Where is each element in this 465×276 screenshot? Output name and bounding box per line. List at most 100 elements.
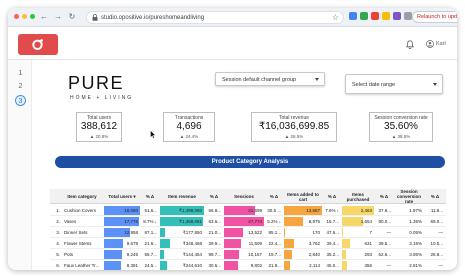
user-avatar-icon[interactable] xyxy=(426,40,434,48)
cell-conv-d: 11.8... xyxy=(430,208,443,213)
cell-cat: Vases xyxy=(64,219,77,224)
cell-rev: ₹1,458,081 xyxy=(179,219,202,224)
column-header[interactable]: % Δ xyxy=(141,189,159,204)
cell-cat: Pots xyxy=(64,252,74,257)
column-header[interactable]: Session conversion rate xyxy=(394,189,424,204)
cell-rev-d: 63.6... xyxy=(208,219,221,224)
table-row[interactable]: 2. Vases 17,776 8.7% ↓ ₹1,458,081 63.6... 27,7… xyxy=(50,216,446,227)
cell-rev: ₹1,499,060 xyxy=(179,208,202,213)
app-logo[interactable] xyxy=(18,34,58,55)
cell-rev: ₹177,850 xyxy=(182,230,202,235)
kpi-value: 388,612 xyxy=(80,121,118,132)
column-header[interactable]: Items purchased xyxy=(342,189,374,204)
column-header[interactable]: Item category xyxy=(62,189,102,204)
table-row[interactable]: 3. Dinner Sets 12,958 87.1... ₹177,850 21.0..… xyxy=(50,227,446,238)
column-header[interactable]: % Δ xyxy=(205,189,223,204)
date-range-filter[interactable]: Select date range xyxy=(345,74,443,94)
url-text: studio.opositive.io/pureshomeandliving xyxy=(101,15,205,21)
logo-ring-icon xyxy=(32,39,43,50)
cell-cart-d: 39.4... xyxy=(326,241,339,246)
extension-icon[interactable] xyxy=(371,12,379,20)
column-header[interactable]: Items added to cart xyxy=(284,189,322,204)
user-name[interactable]: Karl xyxy=(436,40,446,48)
channel-group-filter[interactable]: Session default channel group xyxy=(215,72,325,86)
app-header: Karl xyxy=(8,27,457,60)
page-link-1[interactable]: 1 xyxy=(15,68,26,79)
cell-users: 18,080 xyxy=(124,208,138,213)
kpi-total-revenue: Total revenue ₹16,036,699.85 ▲ 26.5% xyxy=(251,112,337,142)
cell-users-d: 51.6... xyxy=(144,208,157,213)
table-row[interactable]: 6. Faux Leather Tr... 8,391 24.5... ₹244,610… xyxy=(50,260,446,270)
table-row[interactable]: 5. Pots 9,245 55.7... ₹144,464 99.7... 10,167 1… xyxy=(50,249,446,260)
extension-icon[interactable] xyxy=(360,12,368,20)
cell-users: 17,776 xyxy=(124,219,138,224)
extension-icon[interactable] xyxy=(404,12,412,20)
bookmark-star-icon[interactable]: ☆ xyxy=(332,12,339,23)
cell-bought: 631 xyxy=(364,241,372,246)
page-link-3[interactable]: 3 xyxy=(15,95,26,106)
maximize-window-button[interactable] xyxy=(30,14,35,19)
kpi-value: 35.60% xyxy=(384,121,418,132)
column-header[interactable]: % Δ xyxy=(425,189,445,204)
cell-cart: 6,975 xyxy=(308,219,320,224)
cell-rev-d: 30.5... xyxy=(208,263,221,268)
relaunch-update-button[interactable]: Relaunch to update xyxy=(412,11,457,23)
browser-window: ← → ↻ studio.opositive.io/pureshomeandli… xyxy=(8,8,457,270)
forward-arrow-icon[interactable]: → xyxy=(52,11,64,23)
column-header[interactable]: % Δ xyxy=(375,189,393,204)
notification-bell-icon[interactable] xyxy=(406,40,414,49)
table-row[interactable]: 4. Flower Stems 9,679 21.6... ₹348,468 39.9..… xyxy=(50,238,446,249)
cell-conv-d: 69.0... xyxy=(430,219,443,224)
kpi-value: 4,696 xyxy=(176,121,202,132)
cell-sess: 27,774 xyxy=(248,219,262,224)
cell-cart-d: 45.0... xyxy=(326,263,339,268)
cell-conv-d: — xyxy=(438,263,444,268)
product-category-table: Item category Total users ▾% Δ Item revenu… xyxy=(50,189,446,270)
reload-icon[interactable]: ↻ xyxy=(66,11,78,23)
extension-icon[interactable] xyxy=(393,12,401,20)
column-header[interactable]: Total users ▾ xyxy=(104,189,140,204)
kpi-delta: ▲ 24.4% xyxy=(179,134,199,139)
cell-sess-d: 5.2% ↓ xyxy=(267,219,281,224)
cell-sess: 21,699 xyxy=(248,208,262,213)
kpi-delta: ▲ 20.8% xyxy=(89,134,109,139)
page-link-2[interactable]: 2 xyxy=(15,81,26,92)
column-header[interactable]: % Δ xyxy=(323,189,341,204)
page-navigation-rail: 1 2 3 xyxy=(8,60,32,270)
close-window-button[interactable] xyxy=(14,14,19,19)
cell-sess: 11,509 xyxy=(248,241,262,246)
extension-icon[interactable] xyxy=(382,12,390,20)
cell-cart-d: 35.2... xyxy=(326,252,339,257)
cell-cart: 2,114 xyxy=(309,263,320,268)
cell-conv-d: 28.8... xyxy=(430,252,443,257)
cell-sess-d: 19.7... xyxy=(268,252,281,257)
cell-cart: 2,840 xyxy=(308,252,320,257)
cell-conv: 3.95% xyxy=(409,252,422,257)
cell-users: 9,679 xyxy=(126,241,138,246)
extension-icon[interactable] xyxy=(349,12,357,20)
back-arrow-icon[interactable]: ← xyxy=(38,11,50,23)
extension-icons xyxy=(349,12,412,20)
column-header[interactable]: % Δ xyxy=(265,189,283,204)
channel-group-filter-label: Session default channel group xyxy=(222,77,296,83)
cell-sess-d: 30.5 ... xyxy=(267,208,281,213)
minimize-window-button[interactable] xyxy=(22,14,27,19)
column-header[interactable]: Sessions xyxy=(224,189,264,204)
cell-cat: Cushion Covers xyxy=(64,208,97,213)
kpi-total-users: Total users 388,612 ▲ 20.8% xyxy=(76,112,122,142)
cell-conv: 1.35% xyxy=(409,219,422,224)
cell-bought-d: 52.6... xyxy=(378,252,391,257)
cell-bought-d: 39.5... xyxy=(378,241,391,246)
cell-idx: 6. xyxy=(56,263,60,268)
cell-bought-d: — xyxy=(386,230,392,235)
cell-sess: 13,522 xyxy=(248,230,262,235)
table-row[interactable]: 1. Cushion Covers 18,080 51.6... ₹1,499,060 6… xyxy=(50,205,446,216)
address-bar[interactable]: studio.opositive.io/pureshomeandliving ☆ xyxy=(86,11,344,24)
section-banner: Product Category Analysis xyxy=(55,156,445,168)
cell-cart-d: 7.6% ↓ xyxy=(325,208,339,213)
cell-idx: 2. xyxy=(56,219,60,224)
column-header[interactable] xyxy=(50,189,60,204)
cell-sess: 9,802 xyxy=(250,263,262,268)
column-header[interactable]: Item revenue xyxy=(160,189,204,204)
date-range-filter-label: Select date range xyxy=(352,82,396,88)
